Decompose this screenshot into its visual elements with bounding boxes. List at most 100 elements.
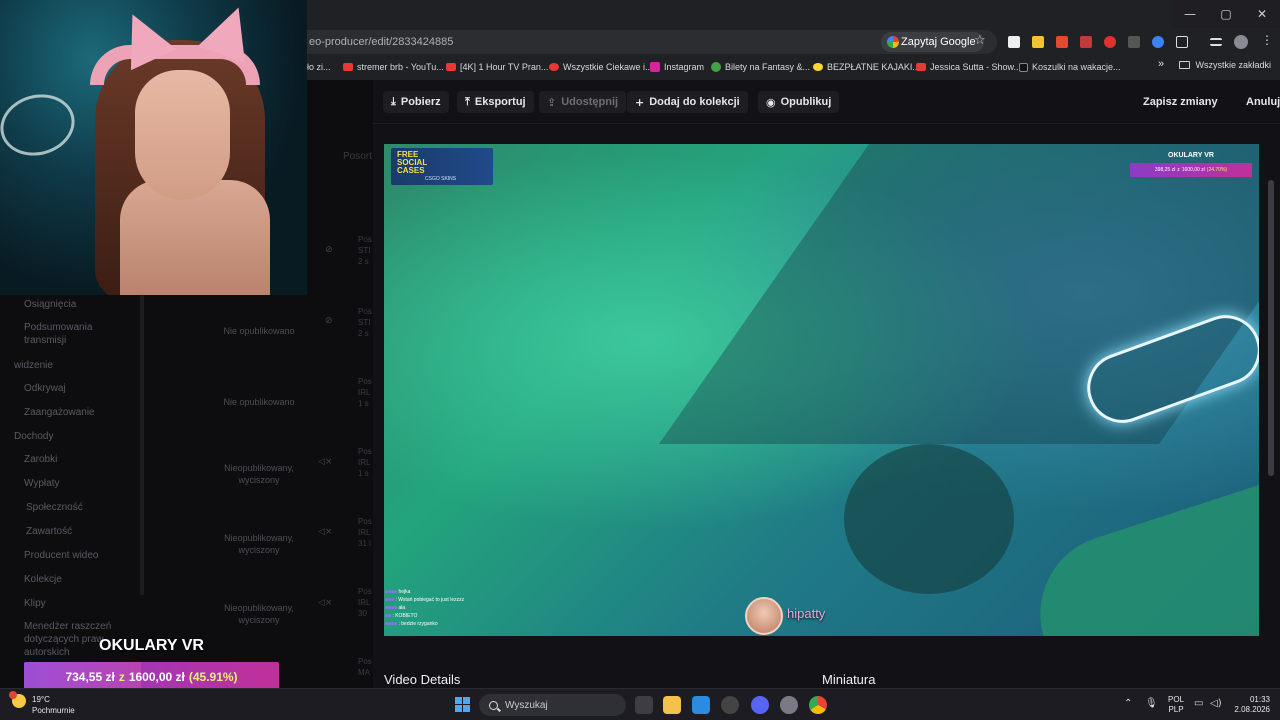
windows-start-icon[interactable] [455,697,470,712]
sponsor-sub: CSGO SKINS [425,176,457,182]
sidebar-item-achievements[interactable]: Osiągnięcia [24,299,76,310]
sidebar-item-video-producer[interactable]: Producent wideo [24,550,99,561]
video-chat: ■■■■ hejka ■■■ : Wstań pobiegać to just … [385,588,515,628]
site-icon [813,63,823,71]
add-to-collection-button[interactable]: + Dodaj do kolekcji [627,91,748,113]
video-goal-bar: 398,25 zł z 1600,00 zł (24.70%) [1130,163,1252,177]
close-icon[interactable]: ✕ [1244,0,1280,28]
clock[interactable]: 01:33 2.08.2026 [1228,695,1270,715]
extension-icon[interactable] [1056,36,1068,48]
video-goal-title: OKULARY VR [1168,152,1214,159]
chevron-right-icon[interactable]: » [1158,58,1164,70]
sidebar-scrollbar[interactable] [140,295,144,595]
list-item-title[interactable]: Pos IRL 30 [358,586,373,619]
extension-icon[interactable] [1152,36,1164,48]
scroll-thumb[interactable] [1268,180,1274,476]
youtube-icon [916,63,926,71]
settings-icon[interactable] [780,696,798,714]
list-item-title[interactable]: Pos IRL 1 s [358,376,373,409]
video-preview[interactable] [384,144,1259,636]
webcam-overlay [0,0,307,295]
discord-icon[interactable] [751,696,769,714]
list-item-title[interactable]: Pos STI 2 s [358,234,373,267]
bookmark-item[interactable]: Wszystkie Ciekawe i... [549,60,653,74]
chrome-icon[interactable] [809,696,827,714]
sidebar-item-content[interactable]: Zawartość [26,526,72,537]
sidebar-item-payouts[interactable]: Wypłaty [24,478,59,489]
chat-line: ■■■■ ała [385,605,406,611]
more-menu-icon[interactable]: ⋮ [1261,33,1273,47]
list-item-status: Nieopublikowany, wyciszony [224,603,294,625]
thumbnail-heading: Miniatura [822,672,876,687]
page-scrollbar[interactable] [1268,134,1274,679]
bookmark-item[interactable]: Jessica Sutta - Show... [916,60,1021,74]
profile-avatar[interactable] [1234,35,1248,49]
app-icon[interactable] [721,696,739,714]
sidebar-item-engagement[interactable]: Zaangażowanie [24,407,95,418]
network-icon[interactable]: ▭ [1194,698,1203,709]
volume-icon[interactable]: ◁) [1210,698,1222,709]
extension-icon[interactable] [1008,36,1020,48]
video-shape [1019,433,1259,636]
sidebar-item-summaries[interactable]: Podsumowania [24,322,92,333]
bookmark-item[interactable]: Koszulki na wakacje... [1019,60,1121,74]
minimize-icon[interactable]: — [1172,0,1208,28]
taskbar-search[interactable]: Wyszukaj [479,694,626,716]
sidebar-item-clips[interactable]: Klipy [24,598,46,609]
store-icon[interactable] [692,696,710,714]
extensions-puzzle-icon[interactable] [1176,36,1188,48]
publish-button[interactable]: ◉ Opublikuj [758,91,840,113]
weather-widget[interactable]: 19°C Pochmurnie [9,691,75,716]
bookmark-star-icon[interactable]: ☆ [974,33,986,48]
list-item-status: Nieopublikowany, wyciszony [224,463,294,485]
ring-light [0,86,82,164]
sidebar-item-collections[interactable]: Kolekcje [24,574,62,585]
extension-icon[interactable] [1080,36,1092,48]
sort-label[interactable]: Posort [343,151,372,162]
input-language[interactable]: POL PLP [1168,695,1184,715]
sidebar-item-community[interactable]: Społeczność [26,502,83,513]
bookmark-item[interactable]: Bilety na Fantasy &... [711,60,810,74]
ask-google-button[interactable]: Zapytaj Google [881,32,984,52]
sidebar-item-rights-manager[interactable]: Menedżer raszczeń [24,621,111,632]
extension-icon[interactable] [1032,36,1044,48]
bookmark-item[interactable]: BEZPŁATNE KAJAKI... [813,60,920,74]
chat-line: ■■■ : Wstań pobiegać to just lezzzz [385,597,465,603]
chat-line: ■■■■ hejka [385,589,411,595]
share-button[interactable]: ⇪ Udostępnij [539,91,627,113]
task-view-icon[interactable] [635,696,653,714]
youtube-icon [343,63,353,71]
list-item-title[interactable]: Pos MA [358,656,373,678]
bookmark-item[interactable]: Instagram [650,60,704,74]
bookmark-item[interactable]: stremer brb - YouTu... [343,60,444,74]
chevron-up-icon[interactable]: ⌃ [1124,698,1132,709]
file-explorer-icon[interactable] [663,696,681,714]
sidebar-item-discover[interactable]: Odkrywaj [24,383,66,394]
extension-icon[interactable] [1104,36,1116,48]
cancel-button[interactable]: Anuluj [1238,91,1280,113]
list-item-status: Nie opublikowano [223,326,295,336]
goal-title: OKULARY VR [99,637,204,654]
mute-icon: ◁× [318,527,333,537]
microphone-icon[interactable]: 🎙 [1145,698,1158,709]
bookmark-item[interactable]: [4K] 1 Hour TV Pran... [446,60,548,74]
save-changes-button[interactable]: Zapisz zmiany [1135,91,1226,113]
list-item-title[interactable]: Pos STI 2 s [358,306,373,339]
eye-icon: ◉ [766,95,776,109]
eye-off-icon: ⊘ [325,245,333,255]
extension-icon[interactable] [1128,36,1140,48]
export-button[interactable]: ⤒ Eksportuj [457,91,534,113]
sidebar-item-earnings[interactable]: Zarobki [24,454,57,465]
download-button[interactable]: ⤓ Pobierz [383,91,449,113]
bookmark-item[interactable]: ło zi... [307,60,331,74]
list-item-status: Nieopublikowany, wyciszony [224,533,294,555]
site-icon [549,63,559,71]
reading-list-icon[interactable] [1210,38,1222,46]
address-bar-row: eo-producer/edit/2833424885 Zapytaj Goog… [307,28,1280,56]
list-item-title[interactable]: Pos IRL 1 s [358,446,373,479]
video-details-heading: Video Details [384,672,461,687]
maximize-icon[interactable]: ▢ [1208,0,1244,28]
list-item-title[interactable]: Pos IRL 31 l [358,516,373,549]
url-text: eo-producer/edit/2833424885 [309,36,454,48]
all-bookmarks-button[interactable]: Wszystkie zakładki [1179,60,1271,70]
